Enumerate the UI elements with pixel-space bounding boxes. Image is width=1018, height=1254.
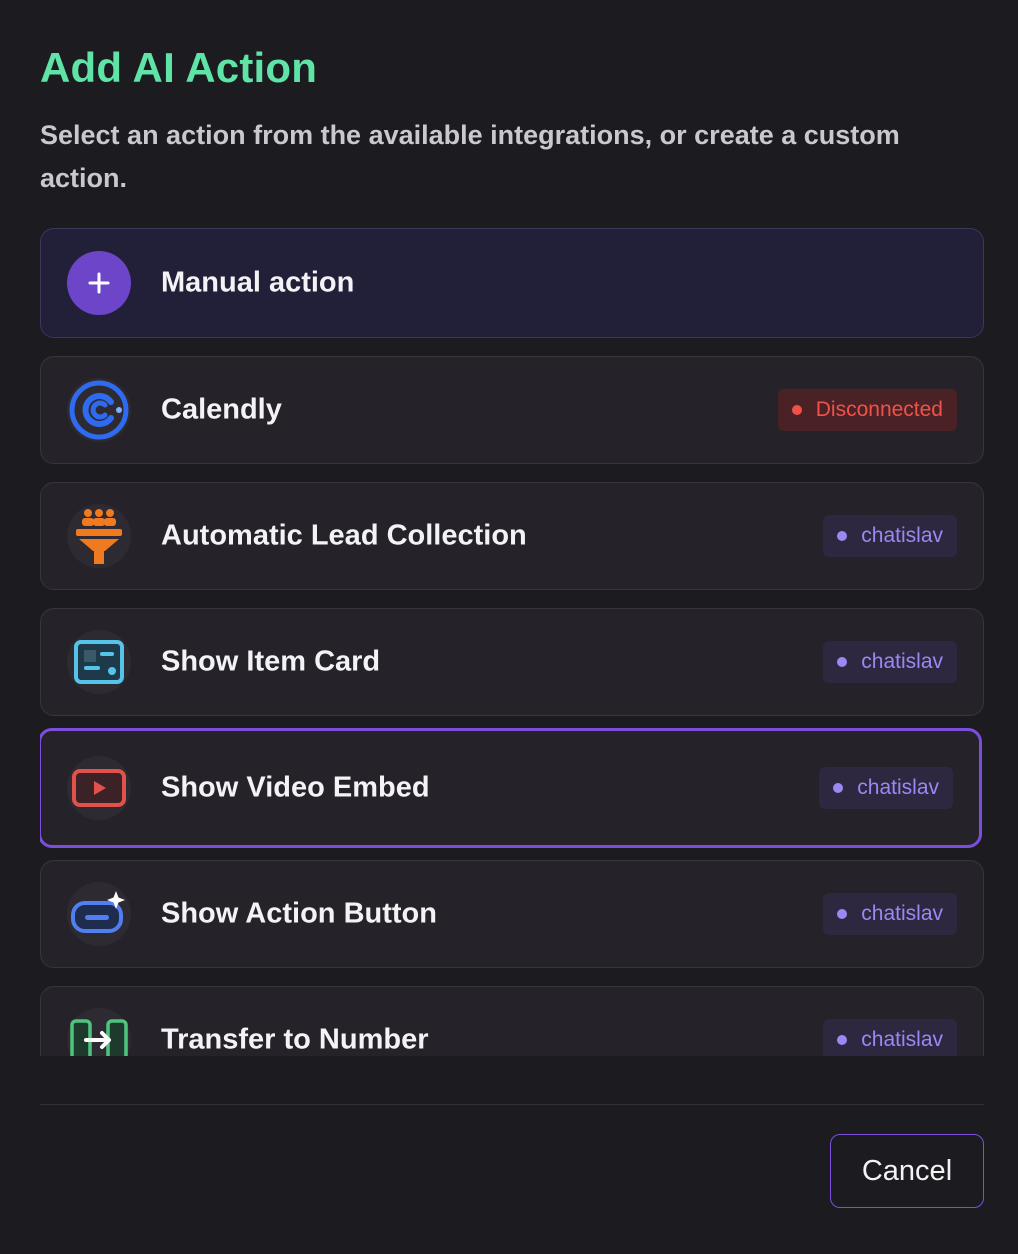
action-list[interactable]: Manual action Calendly Disconnected Auto… (40, 228, 984, 1056)
action-card-transfer-number[interactable]: Transfer to Number chatislav (40, 986, 984, 1056)
dialog-subtitle: Select an action from the available inte… (40, 120, 900, 193)
video-play-icon (67, 756, 131, 820)
action-label: Calendly (161, 393, 282, 426)
action-label: Show Video Embed (161, 771, 430, 804)
action-card-video-embed[interactable]: Show Video Embed chatislav (40, 728, 982, 848)
action-button-icon (67, 882, 131, 946)
footer-divider (40, 1104, 984, 1105)
action-label: Transfer to Number (161, 1023, 429, 1056)
action-card-lead-collection[interactable]: Automatic Lead Collection chatislav (40, 482, 984, 590)
status-badge: chatislav (823, 515, 957, 557)
action-card-item-card[interactable]: Show Item Card chatislav (40, 608, 984, 716)
action-label: Automatic Lead Collection (161, 519, 527, 552)
action-label: Manual action (161, 266, 355, 299)
calendly-logo-icon (67, 378, 131, 442)
dialog-title: Add AI Action (40, 44, 318, 91)
status-badge: chatislav (823, 893, 957, 935)
add-ai-action-dialog: Add AI Action Select an action from the … (0, 0, 1018, 1254)
action-card-manual[interactable]: Manual action (40, 228, 984, 338)
lead-funnel-icon (67, 504, 131, 568)
action-label: Show Item Card (161, 645, 381, 678)
plus-icon (67, 251, 131, 315)
action-card-action-button[interactable]: Show Action Button chatislav (40, 860, 984, 968)
action-card-calendly[interactable]: Calendly Disconnected (40, 356, 984, 464)
status-badge: chatislav (823, 641, 957, 683)
phone-transfer-icon (67, 1008, 131, 1056)
status-badge: chatislav (819, 767, 953, 809)
status-badge: chatislav (823, 1019, 957, 1056)
cancel-button[interactable]: Cancel (830, 1134, 984, 1208)
status-badge: Disconnected (777, 389, 957, 431)
action-label: Show Action Button (161, 897, 437, 930)
item-card-icon (67, 630, 131, 694)
